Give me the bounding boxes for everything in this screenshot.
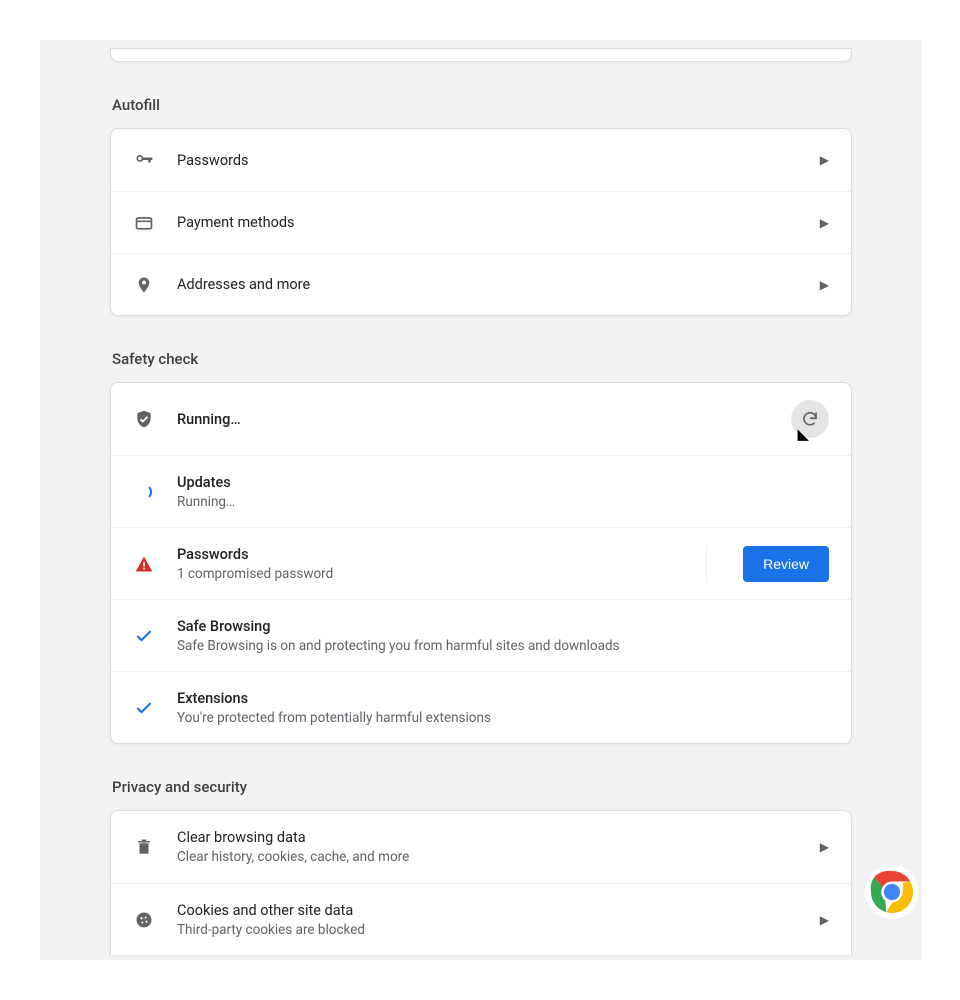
chevron-right-icon: ▶ — [820, 278, 829, 292]
safety-passwords-row: Passwords 1 compromised password Review — [111, 527, 851, 599]
autofill-passwords-label: Passwords — [177, 152, 798, 169]
autofill-addresses-row[interactable]: Addresses and more ▶ — [111, 253, 851, 315]
section-title-safety: Safety check — [112, 350, 852, 368]
checkmark-icon — [133, 698, 155, 718]
autofill-payment-label: Payment methods — [177, 214, 798, 231]
safety-updates-row: Updates Running… — [111, 455, 851, 527]
chrome-logo-icon — [864, 864, 920, 920]
autofill-passwords-row[interactable]: Passwords ▶ — [111, 129, 851, 191]
privacy-cookies-row[interactable]: Cookies and other site data Third-party … — [111, 883, 851, 955]
safety-updates-sub: Running… — [177, 494, 829, 510]
privacy-clear-title: Clear browsing data — [177, 829, 798, 846]
checkmark-icon — [133, 626, 155, 646]
safety-status-label: Running… — [177, 411, 769, 428]
cookie-icon — [133, 910, 155, 930]
shield-check-icon — [133, 408, 155, 430]
safety-status-row: Running… ◣ — [111, 383, 851, 455]
privacy-clear-sub: Clear history, cookies, cache, and more — [177, 849, 798, 865]
chevron-right-icon: ▶ — [820, 840, 829, 854]
safety-extensions-title: Extensions — [177, 690, 829, 707]
autofill-card: Passwords ▶ Payment methods ▶ Addresses … — [110, 128, 852, 316]
autofill-payment-row[interactable]: Payment methods ▶ — [111, 191, 851, 253]
section-title-autofill: Autofill — [112, 96, 852, 114]
safety-safebrowsing-title: Safe Browsing — [177, 618, 829, 635]
divider — [706, 546, 707, 582]
section-title-privacy: Privacy and security — [112, 778, 852, 796]
privacy-cookies-title: Cookies and other site data — [177, 902, 798, 919]
spinner-icon — [133, 484, 155, 500]
safety-extensions-row: Extensions You're protected from potenti… — [111, 671, 851, 743]
privacy-clear-row[interactable]: Clear browsing data Clear history, cooki… — [111, 811, 851, 883]
privacy-cookies-sub: Third-party cookies are blocked — [177, 922, 798, 938]
refresh-button[interactable] — [791, 400, 829, 438]
key-icon — [133, 150, 155, 170]
chevron-right-icon: ▶ — [820, 153, 829, 167]
chevron-right-icon: ▶ — [820, 913, 829, 927]
trash-icon — [133, 837, 155, 857]
autofill-addresses-label: Addresses and more — [177, 276, 798, 293]
privacy-card: Clear browsing data Clear history, cooki… — [110, 810, 852, 955]
safety-safebrowsing-row: Safe Browsing Safe Browsing is on and pr… — [111, 599, 851, 671]
safety-card: Running… ◣ Updates Running… Passwords — [110, 382, 852, 744]
review-button[interactable]: Review — [743, 546, 829, 582]
previous-card-bottom — [110, 48, 852, 62]
safety-updates-title: Updates — [177, 474, 829, 491]
safety-passwords-sub: 1 compromised password — [177, 566, 684, 582]
safety-extensions-sub: You're protected from potentially harmfu… — [177, 710, 829, 726]
chevron-right-icon: ▶ — [820, 216, 829, 230]
warning-triangle-icon — [133, 554, 155, 574]
location-pin-icon — [133, 275, 155, 295]
safety-passwords-title: Passwords — [177, 546, 684, 563]
credit-card-icon — [133, 213, 155, 233]
safety-safebrowsing-sub: Safe Browsing is on and protecting you f… — [177, 638, 829, 654]
